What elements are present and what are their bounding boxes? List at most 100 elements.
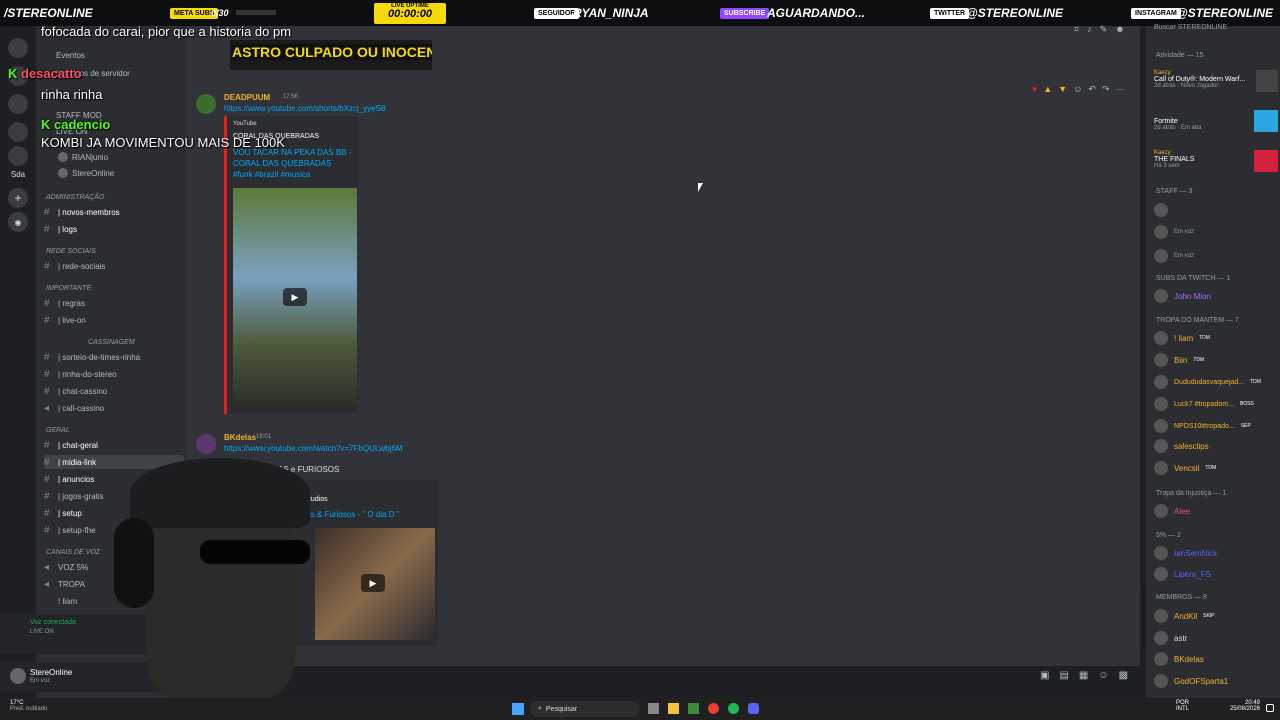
member-item[interactable]: Biin TDM	[1154, 352, 1278, 368]
hash-icon: #	[44, 456, 50, 468]
server-icon[interactable]	[8, 94, 28, 114]
member-item[interactable]: Em voz	[1154, 224, 1278, 240]
server-icon[interactable]	[8, 38, 28, 58]
chrome-icon[interactable]	[708, 703, 719, 714]
thumbs-down-icon[interactable]: ▼	[1058, 84, 1067, 98]
embed-video-thumbnail[interactable]: ▶	[233, 188, 357, 412]
play-icon[interactable]: ▶	[283, 288, 307, 306]
avatar[interactable]	[196, 94, 216, 114]
bell-icon[interactable]: ♪	[1087, 24, 1092, 35]
add-reaction-icon[interactable]: ☺	[1073, 84, 1082, 98]
category-canais-de-voz[interactable]: CANAIS DE VOZ	[46, 549, 100, 556]
channel-call-cassino[interactable]: ◂ | call-cassino	[44, 401, 184, 415]
member-item[interactable]: Dudududasvaquejad... TDM	[1154, 374, 1278, 390]
member-item[interactable]: BKdelas	[1154, 651, 1278, 667]
explore-icon[interactable]: ◉	[8, 212, 28, 232]
member-item[interactable]: Alee	[1154, 503, 1278, 519]
spotify-icon[interactable]	[728, 703, 739, 714]
activity-card[interactable]: Kaezy THE FINALS Há 3 sem	[1154, 150, 1278, 180]
activity-card[interactable]: Fortnite 2d atrás · Em alta	[1154, 110, 1278, 140]
forward-icon[interactable]: ↷	[1102, 84, 1110, 98]
reply-icon[interactable]: ↶	[1088, 84, 1096, 98]
thumbs-up-icon[interactable]: ▲	[1043, 84, 1052, 98]
channel-logs[interactable]: # | logs	[44, 222, 184, 236]
threads-icon[interactable]: ⌗	[1074, 24, 1079, 35]
channel-chat-geral[interactable]: # | chat-geral	[44, 438, 184, 452]
category-geral[interactable]: GERAL	[46, 427, 70, 434]
member-item[interactable]: astr	[1154, 630, 1278, 646]
server-label-sda[interactable]: Sda	[8, 164, 28, 184]
member-item[interactable]	[1154, 202, 1278, 218]
avatar	[1154, 439, 1168, 453]
sidebar-item-eventos[interactable]: Eventos	[56, 48, 196, 62]
emoji-icon[interactable]: ☺	[1098, 670, 1108, 684]
member-item[interactable]: IanSemNick	[1154, 545, 1278, 561]
reaction-icon[interactable]: ♥	[1032, 84, 1037, 98]
channel-regras[interactable]: # | regras	[44, 296, 184, 310]
gift-icon[interactable]: ▣	[1040, 670, 1049, 684]
search-input[interactable]: Buscar STEREONLINE	[1154, 24, 1270, 31]
sticker-icon[interactable]: ▦	[1079, 670, 1088, 684]
channel-chat-cassino[interactable]: # | chat-cassino	[44, 384, 184, 398]
channel-live-on[interactable]: # | live-on	[44, 313, 184, 327]
server-icon[interactable]	[8, 122, 28, 142]
apps-icon[interactable]: ▩	[1119, 670, 1128, 684]
channel-sorteio[interactable]: # | sorteio-de-times-rinha	[44, 350, 184, 364]
member-item[interactable]: Vencsil TDM	[1154, 460, 1278, 476]
category-rede-sociais[interactable]: REDE SOCIAIS	[46, 248, 96, 255]
taskbar-search[interactable]: ⌕ Pesquisar	[530, 701, 640, 717]
speaker-icon: ◂	[44, 402, 50, 414]
member-item[interactable]: John Mion	[1154, 288, 1278, 304]
channel-rinha-do-stereo[interactable]: # | rinha-do-stereo	[44, 367, 184, 381]
member-item[interactable]: Luck7 #tropadom... BOSS	[1154, 396, 1278, 412]
embed-thumbnail[interactable]: ASTRO CULPADO OU INOCENTE ?	[230, 40, 432, 70]
avatar	[1154, 419, 1168, 433]
member-item[interactable]: Lipera_FS	[1154, 566, 1278, 582]
message-link[interactable]: https://www.youtube.com/watch?v=7FbQULwb…	[224, 444, 403, 453]
calculator-icon[interactable]	[688, 703, 699, 714]
message-author[interactable]: BKdelas	[224, 433, 256, 442]
hash-icon: #	[44, 223, 50, 235]
member-item[interactable]: salesclips	[1154, 438, 1278, 454]
message-time: 18:01	[256, 434, 272, 440]
member-list: ⌗ ♪ ✎ ☻ Buscar STEREONLINE Atividade — 1…	[1074, 24, 1280, 700]
member-item[interactable]: NPDS10#tropado... SEP	[1154, 418, 1278, 434]
avatar[interactable]	[196, 434, 216, 454]
message-author[interactable]: DEADPUUM	[224, 93, 270, 102]
gif-icon[interactable]: ▤	[1059, 670, 1068, 684]
member-item[interactable]: AndKil SKIP	[1154, 608, 1278, 624]
member-item[interactable]: Em voz	[1154, 248, 1278, 264]
members-icon[interactable]: ☻	[1115, 24, 1124, 35]
member-item[interactable]: GodOFSparta1	[1154, 673, 1278, 689]
voice-user-rianjunio[interactable]: RIANjunio	[58, 150, 198, 164]
embed-title[interactable]: VOU TACAR NA PEKA DAS BB - CORAL DAS QUE…	[233, 147, 353, 180]
add-server-icon[interactable]: +	[8, 188, 28, 208]
category-importante[interactable]: IMPORTANTE	[46, 285, 91, 292]
avatar	[1154, 225, 1168, 239]
pin-icon[interactable]: ✎	[1100, 24, 1108, 35]
category-administracao[interactable]: ADMINISTRAÇÃO	[46, 194, 104, 201]
notification-icon[interactable]	[1266, 704, 1274, 712]
avatar[interactable]	[10, 668, 26, 684]
instagram-value: @STEREONLINE	[1176, 6, 1274, 20]
more-icon[interactable]: ⋯	[1115, 84, 1124, 98]
category-cassinagem[interactable]: CASSINAGEM	[88, 339, 135, 346]
message-link[interactable]: https://www.youtube.com/shorts/bXzcj_yye…	[224, 104, 385, 113]
voice-user-stereonline[interactable]: StereOnline	[58, 166, 198, 180]
start-icon[interactable]	[512, 703, 524, 715]
task-view-icon[interactable]	[648, 703, 659, 714]
twitter-value: @STEREONLINE	[966, 6, 1064, 20]
clock[interactable]: 20:49 25/08/2026	[1228, 700, 1260, 712]
play-icon[interactable]: ▶	[361, 574, 385, 592]
avatar	[1154, 567, 1168, 581]
hash-icon: #	[44, 385, 50, 397]
member-item[interactable]: ! liam TDM	[1154, 330, 1278, 346]
game-icon	[1254, 150, 1278, 172]
channel-novos-membros[interactable]: # | novos-membros	[44, 205, 184, 219]
activity-card[interactable]: Kaezy Call of Duty®: Modern Warf... 2d a…	[1154, 70, 1278, 100]
file-explorer-icon[interactable]	[668, 703, 679, 714]
channel-rede-sociais[interactable]: # | rede-sociais	[44, 259, 184, 273]
server-icon[interactable]	[8, 146, 28, 166]
weather-widget[interactable]: 17°C Pred. nublado	[10, 700, 47, 712]
discord-icon[interactable]	[748, 703, 759, 714]
